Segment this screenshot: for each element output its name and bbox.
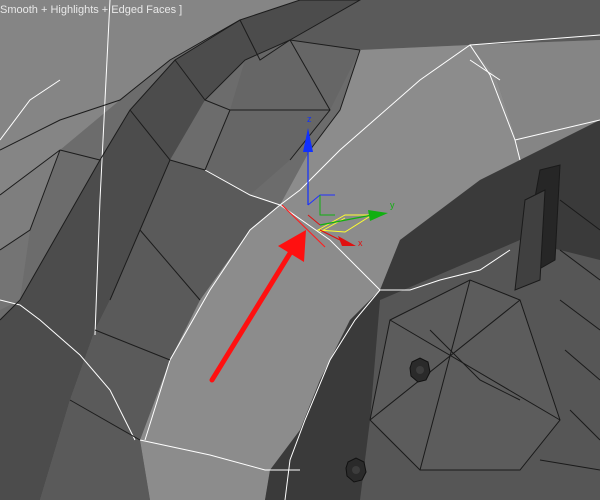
gizmo-y-label: y <box>390 200 395 210</box>
viewport-shading-label[interactable]: Smooth + Highlights + Edged Faces ] <box>0 4 182 16</box>
mesh-scene[interactable]: z y x <box>0 0 600 500</box>
3d-viewport[interactable]: z y x Smooth + Highlights + Edged Faces … <box>0 0 600 500</box>
gizmo-z-label: z <box>307 114 312 124</box>
gizmo-x-label: x <box>358 238 363 248</box>
